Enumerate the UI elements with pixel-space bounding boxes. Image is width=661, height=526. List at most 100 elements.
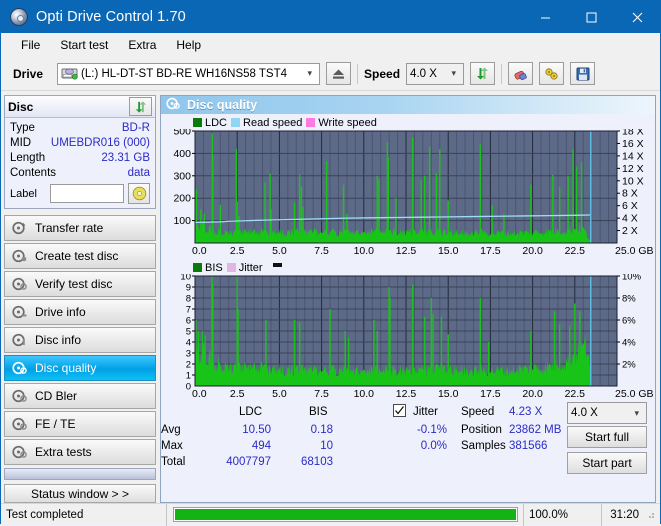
sidebar: Disc Type BD-R MID UMEBDR016 (000) Lengt… xyxy=(1,91,159,503)
svg-text:1: 1 xyxy=(186,371,191,382)
svg-text:12.5: 12.5 xyxy=(396,388,417,400)
svg-text:10.0: 10.0 xyxy=(354,388,375,400)
sidebar-item-disc-quality[interactable]: Disc quality xyxy=(4,355,156,381)
svg-text:10 X: 10 X xyxy=(622,175,644,187)
svg-text:18 X: 18 X xyxy=(622,129,644,138)
svg-text:17.5: 17.5 xyxy=(480,245,501,257)
disc-test-icon xyxy=(12,361,27,375)
drive-label: Drive xyxy=(13,66,44,81)
sidebar-item-drive-info[interactable]: Drive info xyxy=(4,299,156,325)
tools-button[interactable] xyxy=(539,62,565,85)
menu-file[interactable]: File xyxy=(11,35,50,55)
result-speed-select[interactable]: 4.0 X ▾ xyxy=(567,402,647,424)
disc-label-button[interactable] xyxy=(128,183,150,204)
sidebar-item-verify-test-disc[interactable]: Verify test disc xyxy=(4,271,156,297)
menu-help[interactable]: Help xyxy=(166,35,211,55)
legend-swatch-read-speed xyxy=(231,118,241,127)
start-full-button[interactable]: Start full xyxy=(567,426,647,448)
close-button[interactable] xyxy=(614,1,660,33)
svg-text:22.5: 22.5 xyxy=(565,245,586,257)
drive-select[interactable]: (L:) HL-DT-ST BD-RE WH16NS58 TST4 ▾ xyxy=(57,62,321,85)
progress-percent: 100.0% xyxy=(524,503,602,526)
sidebar-item-label: Disc info xyxy=(35,333,82,347)
progress-fill xyxy=(175,509,516,520)
ldc-plot: 100 200 300 400 500 2 X4 X6 X8 X 10 X 12 X 14 X1… xyxy=(163,126,653,259)
svg-text:5.0: 5.0 xyxy=(272,388,287,400)
jitter-checkbox[interactable] xyxy=(393,404,406,419)
sidebar-item-fe-te[interactable]: FE / TE xyxy=(4,411,156,437)
progress-track xyxy=(173,507,518,522)
legend-swatch-jitter xyxy=(226,263,236,272)
disc-key-length: Length xyxy=(10,152,46,164)
sidebar-item-disc-info[interactable]: Disc info xyxy=(4,327,156,353)
disc-row-mid: MID UMEBDR016 (000) xyxy=(10,136,150,151)
app-window: Opti Drive Control 1.70 File Start test … xyxy=(0,0,661,526)
sidebar-item-cd-bler[interactable]: CD Bler xyxy=(4,383,156,409)
status-window-button[interactable]: Status window > > xyxy=(4,484,156,503)
sidebar-item-label: CD Bler xyxy=(35,389,78,403)
svg-text:200: 200 xyxy=(173,193,191,205)
refresh-button[interactable] xyxy=(470,62,496,85)
disc-row-length: Length 23.31 GB xyxy=(10,151,150,166)
menu-extra[interactable]: Extra xyxy=(118,35,166,55)
window-controls xyxy=(522,1,660,33)
legend-swatch-ldc xyxy=(193,118,202,127)
sidebar-item-transfer-rate[interactable]: Transfer rate xyxy=(4,215,156,241)
stats-jitter-avg: -0.1% xyxy=(416,424,447,436)
disc-row-type: Type BD-R xyxy=(10,121,150,136)
panel-title: Disc quality xyxy=(187,98,258,112)
svg-text:12 X: 12 X xyxy=(622,163,644,175)
chevron-down-icon: ▾ xyxy=(634,407,639,418)
disc-value-length: 23.31 GB xyxy=(101,152,150,164)
toolbar-separator-2 xyxy=(501,63,503,84)
svg-text:10: 10 xyxy=(180,274,191,283)
drive-device-icon xyxy=(61,66,78,81)
disc-test-icon xyxy=(12,389,27,403)
plot1-svg: 1002003004005002 X4 X6 X8 X10 X12 X14 X1… xyxy=(173,126,653,258)
menu-bar: File Start test Extra Help xyxy=(1,33,660,57)
stats-samples-value: 381566 xyxy=(509,440,548,452)
save-button[interactable] xyxy=(570,62,596,85)
eject-button[interactable] xyxy=(326,62,352,85)
disc-value-mid: UMEBDR016 (000) xyxy=(50,137,150,149)
disc-key-contents: Contents xyxy=(10,167,57,179)
menu-start-test[interactable]: Start test xyxy=(50,35,118,55)
ldc-chart: LDC Read speed Write speed 100 200 300 400 5… xyxy=(163,116,653,259)
erase-button[interactable] xyxy=(508,62,534,85)
sidebar-item-extra-tests[interactable]: Extra tests xyxy=(4,439,156,465)
maximize-button[interactable] xyxy=(568,1,614,33)
stats-position-value: 23862 MB xyxy=(509,424,562,436)
svg-text:20.0: 20.0 xyxy=(522,388,543,400)
start-part-button[interactable]: Start part xyxy=(567,452,647,474)
result-speed-value: 4.0 X xyxy=(571,407,598,419)
svg-text:5.0: 5.0 xyxy=(272,245,287,257)
svg-text:9: 9 xyxy=(186,283,191,294)
svg-text:2: 2 xyxy=(186,360,191,371)
stats-jitter-max: 0.0% xyxy=(420,440,447,452)
main-area: Disc Type BD-R MID UMEBDR016 (000) Lengt… xyxy=(1,91,660,503)
resize-grip[interactable] xyxy=(644,508,658,522)
disc-label-row: Label xyxy=(10,183,150,204)
svg-text:4%: 4% xyxy=(622,338,636,349)
stats-ldc-total: 4007797 xyxy=(226,456,271,468)
disc-test-icon xyxy=(12,249,27,263)
disc-refresh-button[interactable] xyxy=(129,97,152,116)
sidebar-item-label: Disc quality xyxy=(35,361,97,375)
svg-text:7: 7 xyxy=(186,305,191,316)
legend-label-write-speed: Write speed xyxy=(318,116,377,129)
sidebar-divider xyxy=(4,468,156,481)
svg-text:14 X: 14 X xyxy=(622,150,644,162)
disc-label-input[interactable] xyxy=(50,184,124,203)
speed-select[interactable]: 4.0 X ▾ xyxy=(406,62,465,85)
sidebar-item-create-test-disc[interactable]: Create test disc xyxy=(4,243,156,269)
minimize-button[interactable] xyxy=(522,1,568,33)
svg-text:300: 300 xyxy=(173,170,191,182)
legend-item-read-speed: Read speed xyxy=(231,117,302,129)
nav-list: Transfer rate Create test disc Verify te… xyxy=(4,215,156,465)
stats-row-max: Max xyxy=(161,440,183,452)
svg-text:400: 400 xyxy=(173,148,191,160)
svg-text:15.0: 15.0 xyxy=(438,388,459,400)
svg-text:2%: 2% xyxy=(622,360,636,371)
chevron-down-icon: ▾ xyxy=(451,68,457,78)
speed-label: Speed xyxy=(364,66,401,81)
